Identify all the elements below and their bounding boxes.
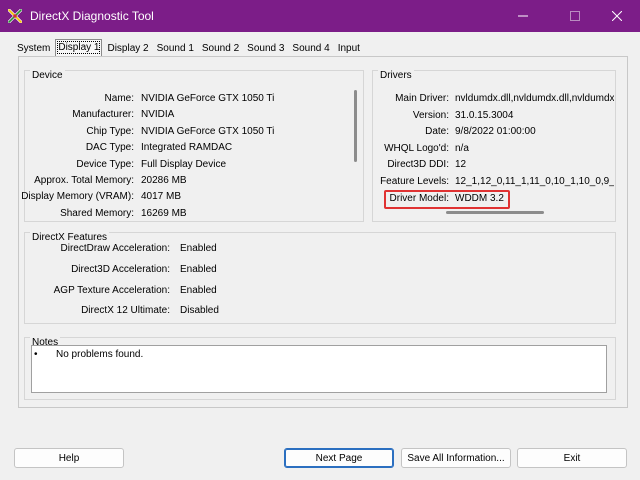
device-group-title: Device (30, 70, 65, 82)
tab-sound-4[interactable]: Sound 4 (289, 41, 332, 56)
driver-row-label: Feature Levels: (380, 176, 449, 187)
tab-display-1[interactable]: Display 1 (55, 39, 103, 56)
device-row-label: Device Type: (76, 158, 134, 170)
driver-row-label: Direct3D DDI: (387, 159, 449, 171)
tab-sound-2[interactable]: Sound 2 (199, 41, 242, 56)
help-button-label: Help (58, 452, 80, 464)
notes-textbox[interactable]: • No problems found. (31, 345, 607, 393)
device-row-label: DAC Type: (85, 142, 134, 154)
device-row-value: NVIDIA GeForce GTX 1050 Ti (141, 93, 275, 104)
drivers-group-title: Drivers (378, 70, 414, 82)
driver-model-highlight (384, 190, 510, 209)
minimize-icon (518, 15, 528, 17)
feature-row-label: AGP Texture Acceleration: (53, 284, 170, 296)
device-row-label: Name: (104, 93, 134, 104)
save-all-information-button[interactable]: Save All Information... (401, 448, 511, 468)
device-row-value: 4017 MB (141, 191, 182, 203)
driver-row-value: 12_1,12_0,11_1,11_0,10_1,10_0,9_3, (455, 176, 614, 187)
device-row-value: Full Display Device (141, 158, 227, 170)
minimize-button[interactable] (500, 0, 546, 32)
driver-row-value: 31.0.15.3004 (455, 109, 514, 121)
feature-row-label: DirectDraw Acceleration: (60, 243, 170, 254)
next-page-button[interactable]: Next Page (284, 448, 394, 468)
device-row-label: Chip Type: (86, 125, 134, 137)
device-row-label: Manufacturer: (72, 109, 134, 121)
maximize-button[interactable] (552, 0, 598, 32)
dxdiag-app-icon (7, 8, 23, 24)
notes-item-text: No problems found. (56, 349, 144, 360)
device-row-value: NVIDIA (141, 109, 175, 121)
device-row-value: NVIDIA GeForce GTX 1050 Ti (141, 125, 275, 137)
driver-row-label: Version: (412, 109, 449, 121)
device-row-label: Display Memory (VRAM): (21, 191, 134, 203)
tab-sound-3[interactable]: Sound 3 (244, 41, 287, 56)
device-row-label: Approx. Total Memory: (34, 175, 134, 186)
tab-strip: System Display 1 Display 2 Sound 1 Sound… (14, 39, 365, 56)
feature-row-value: Enabled (180, 263, 217, 275)
device-row-value: 20286 MB (141, 175, 187, 186)
dxdiag-window: DirectX Diagnostic Tool System Display 1… (0, 0, 640, 480)
feature-row-value: Disabled (180, 305, 219, 317)
exit-button[interactable]: Exit (517, 448, 627, 468)
feature-row-label: DirectX 12 Ultimate: (81, 305, 170, 317)
driver-row-value: n/a (455, 142, 469, 154)
exit-button-label: Exit (563, 452, 581, 464)
driver-row-value: 9/8/2022 01:00:00 (455, 126, 536, 138)
feature-row-value: Enabled (180, 284, 217, 296)
driver-row-label: Main Driver: (395, 93, 449, 104)
drivers-scrollbar[interactable] (446, 211, 544, 214)
tab-system[interactable]: System (14, 41, 53, 56)
save-all-button-label: Save All Information... (407, 452, 505, 464)
next-page-button-label: Next Page (315, 452, 363, 464)
device-row-value: Integrated RAMDAC (141, 142, 233, 154)
device-row-label: Shared Memory: (60, 207, 134, 219)
driver-row-value: nvldumdx.dll,nvldumdx.dll,nvldumdx.d (455, 93, 614, 104)
close-button[interactable] (594, 0, 640, 32)
tab-display-2[interactable]: Display 2 (104, 41, 151, 56)
window-title: DirectX Diagnostic Tool (30, 9, 154, 23)
driver-row-label: Date: (425, 126, 449, 138)
maximize-icon (570, 11, 580, 21)
close-icon (612, 11, 622, 21)
device-scrollbar[interactable] (354, 90, 357, 162)
bullet-icon: • (34, 349, 38, 360)
driver-row-label: WHQL Logo'd: (384, 142, 449, 154)
title-bar[interactable]: DirectX Diagnostic Tool (0, 0, 640, 32)
tab-sound-1[interactable]: Sound 1 (154, 41, 197, 56)
help-button[interactable]: Help (14, 448, 124, 468)
driver-row-value: 12 (455, 159, 467, 171)
feature-row-value: Enabled (180, 243, 217, 254)
tab-input[interactable]: Input (335, 41, 363, 56)
device-row-value: 16269 MB (141, 207, 187, 219)
feature-row-label: Direct3D Acceleration: (71, 263, 170, 275)
